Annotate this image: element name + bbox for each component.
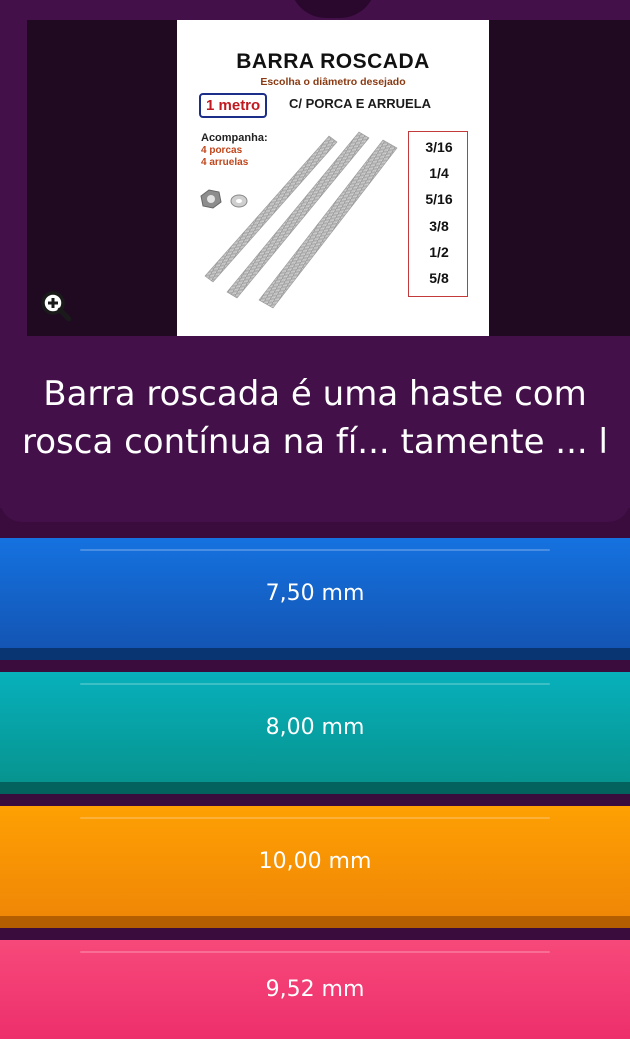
answer-label: 8,00 mm	[265, 714, 365, 740]
answer-shadow	[0, 648, 630, 660]
diameter-list: 3/16 1/4 5/16 3/8 1/2 5/8	[408, 131, 468, 297]
diameter-option: 5/8	[429, 270, 449, 286]
answer-label: 7,50 mm	[265, 580, 365, 606]
answer-shine	[80, 683, 550, 685]
diameter-option: 1/4	[429, 165, 449, 181]
answer-option-2[interactable]: 8,00 mm	[0, 672, 630, 794]
question-card: BARRA ROSCADA Escolha o diâmetro desejad…	[0, 0, 630, 522]
diameter-option: 5/16	[425, 191, 453, 207]
answer-option-1[interactable]: 7,50 mm	[0, 538, 630, 660]
answer-shine	[80, 817, 550, 819]
nut-icon	[200, 189, 222, 209]
answer-shine	[80, 951, 550, 953]
answer-label: 10,00 mm	[258, 848, 372, 874]
answer-label: 9,52 mm	[265, 977, 365, 1002]
washer-icon	[230, 194, 248, 208]
question-text-fade	[0, 478, 630, 508]
diameter-option: 3/8	[429, 218, 449, 234]
rod	[204, 131, 398, 309]
answer-shadow	[0, 916, 630, 928]
drag-handle[interactable]	[290, 0, 376, 18]
question-image[interactable]: BARRA ROSCADA Escolha o diâmetro desejad…	[177, 20, 489, 336]
answer-shine	[80, 549, 550, 551]
diameter-option: 3/16	[425, 139, 453, 155]
zoom-in-icon[interactable]	[40, 290, 72, 322]
answer-shadow	[0, 782, 630, 794]
diameter-option: 1/2	[429, 244, 449, 260]
answer-option-3[interactable]: 10,00 mm	[0, 806, 630, 928]
answer-option-4[interactable]: 9,52 mm	[0, 940, 630, 1039]
